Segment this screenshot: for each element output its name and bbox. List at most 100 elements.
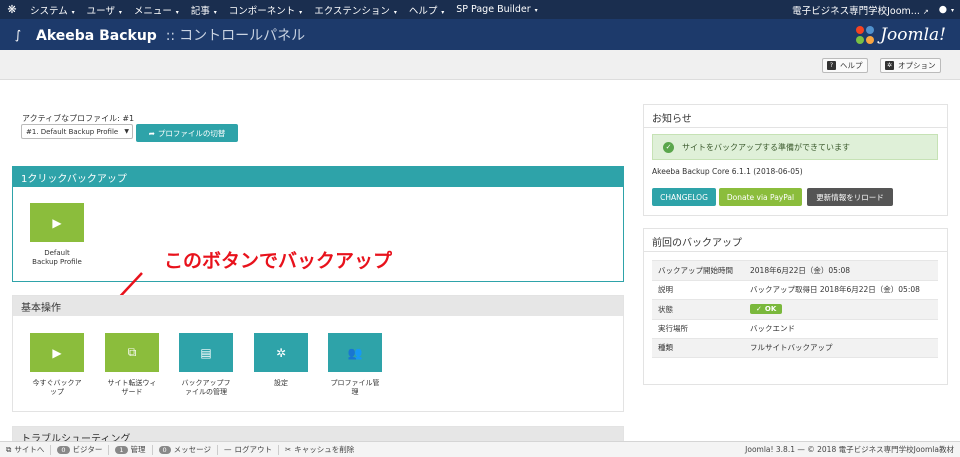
changelog-button[interactable]: CHANGELOG <box>652 188 716 206</box>
footer-text: Joomla! 3.8.1 — © 2018 電子ビジネス専門学校Joomla教… <box>745 445 954 454</box>
profile-management-button[interactable]: 👥 <box>328 333 382 372</box>
row-key: バックアップ開始時間 <box>658 265 733 275</box>
divider <box>644 251 947 252</box>
row-value: 2018年6月22日（金）05:08 <box>750 265 851 275</box>
divider <box>644 127 947 128</box>
status-badge: ✓ OK <box>750 304 783 315</box>
user-menu[interactable]: ● ▾ <box>939 4 954 15</box>
caret-down-icon: ▾ <box>391 8 397 16</box>
menu-articles[interactable]: 記事 ▾ <box>185 3 223 17</box>
manage-backups-label: バックアップフ ァイルの管理 <box>181 379 231 396</box>
row-key: 種類 <box>658 343 673 353</box>
site-link[interactable]: 電子ビジネス専門学校Joom... ↗ <box>792 3 929 17</box>
backup-now-button[interactable]: ▶ <box>30 333 84 372</box>
caret-down-icon: ▾ <box>439 8 445 16</box>
switch-profile-button[interactable]: ➦ プロファイルの切替 <box>136 124 238 142</box>
joomla-icon[interactable]: ❋ <box>0 0 24 19</box>
row-key: 状態 <box>658 304 673 314</box>
logout-link[interactable]: — ログアウト <box>218 444 279 455</box>
reload-news-button[interactable]: 更新情報をリロード <box>807 188 893 206</box>
table-row: 状態 ✓ OK <box>652 299 938 319</box>
caret-down-icon: ▾ <box>116 8 122 16</box>
configuration-button[interactable]: ✲ <box>254 333 308 372</box>
last-backup-heading: 前回のバックアップ <box>652 238 742 249</box>
help-button[interactable]: ? ヘルプ <box>822 58 868 73</box>
view-site-link[interactable]: ⧉ サイトへ <box>0 444 52 455</box>
table-row: バックアップ開始時間 2018年6月22日（金）05:08 <box>652 260 938 280</box>
menu-users[interactable]: ユーザ ▾ <box>81 3 128 17</box>
table-row: 実行場所 バックエンド <box>652 318 938 339</box>
active-profile-label: アクティブなプロファイル: #1 <box>22 114 135 123</box>
question-icon: ? <box>827 61 836 70</box>
clear-cache-link[interactable]: ✂ キャッシュを削除 <box>279 445 360 455</box>
version-text: Akeeba Backup Core 6.1.1 (2018-06-05) <box>652 167 803 176</box>
menu-system[interactable]: システム ▾ <box>24 3 81 17</box>
annotation-text: このボタンでバックアップ <box>164 250 393 272</box>
external-link-icon: ↗ <box>922 7 929 16</box>
manage-backups-button[interactable]: ▤ <box>179 333 233 372</box>
navbar-right: 電子ビジネス専門学校Joom... ↗ ● ▾ <box>792 0 954 19</box>
count-badge: 0 <box>158 445 171 454</box>
troubleshooting-panel: トラブルシューティング <box>12 426 624 441</box>
menu-help[interactable]: ヘルプ ▾ <box>403 3 450 17</box>
menu-extensions[interactable]: エクステンション ▾ <box>308 3 403 17</box>
profile-select[interactable]: #1. Default Backup Profile ▼ <box>21 124 133 139</box>
row-value: ✓ OK <box>750 304 783 315</box>
check-circle-icon: ✓ <box>663 141 674 153</box>
caret-down-icon: ▾ <box>949 7 954 14</box>
basic-ops-panel: 基本操作 ▶ 今すぐバックア ップ ⧉ サイト転送ウィ ザード ▤ バックアップファ… <box>12 295 624 412</box>
caret-down-icon: ▾ <box>69 8 75 16</box>
caret-down-icon: ▾ <box>211 8 217 16</box>
table-row: 種類 フルサイトバックアップ <box>652 338 938 358</box>
donate-button[interactable]: Donate via PayPal <box>719 188 802 206</box>
last-backup-table: バックアップ開始時間 2018年6月22日（金）05:08 説明 バックアップ取得日… <box>652 260 938 358</box>
file-list-icon: ▤ <box>200 345 212 360</box>
menu-components[interactable]: コンポーネント ▾ <box>223 3 308 17</box>
site-transfer-label: サイト転送ウィ ザード <box>107 379 157 396</box>
options-button[interactable]: ✲ オプション <box>880 58 941 73</box>
main-menu: システム ▾ ユーザ ▾ メニュー ▾ 記事 ▾ コンポーネント ▾ エクステン… <box>24 0 544 19</box>
caret-down-icon: ▾ <box>297 8 303 16</box>
users-icon: 👥 <box>347 345 363 360</box>
gear-icon: ✲ <box>885 61 894 70</box>
status-bar: ⧉ サイトへ 0 ビジター 1 管理 0 メッセージ — ログアウト ✂ キャッシュを削除 … <box>0 441 960 457</box>
site-transfer-button[interactable]: ⧉ <box>105 333 159 372</box>
one-click-backup-button[interactable]: ▶ <box>30 203 84 242</box>
troubleshooting-heading: トラブルシューティング <box>13 427 623 441</box>
tools-icon: ✂ <box>285 445 292 454</box>
caret-down-icon: ▾ <box>532 7 538 14</box>
caret-down-icon: ▾ <box>173 8 179 16</box>
configuration-label: 設定 <box>274 379 288 387</box>
menu-sp-page-builder[interactable]: SP Page Builder ▾ <box>450 4 543 15</box>
external-link-icon: ⧉ <box>127 345 137 359</box>
count-badge: 1 <box>115 445 128 454</box>
count-badge: 0 <box>57 445 70 454</box>
page-header: ∫ Akeeba Backup :: コントロールパネル Joomla! <box>0 19 960 50</box>
one-click-tile-label: Default Backup Profile <box>32 249 82 266</box>
external-link-icon: ⧉ <box>6 444 12 454</box>
profile-management-label: プロファイル管理 <box>330 379 380 396</box>
minus-icon: — <box>224 445 232 454</box>
check-icon: ✓ <box>756 305 762 314</box>
row-value: バックエンド <box>750 324 795 334</box>
row-key: 説明 <box>658 285 673 295</box>
top-navbar: ❋ システム ▾ ユーザ ▾ メニュー ▾ 記事 ▾ コンポーネント ▾ エクス… <box>0 0 960 19</box>
visitors-count: 0 ビジター <box>51 444 110 455</box>
play-icon: ▶ <box>52 215 62 230</box>
menu-menus[interactable]: メニュー ▾ <box>128 3 185 17</box>
gear-icon: ✲ <box>275 345 287 360</box>
messages-link[interactable]: 0 メッセージ <box>153 444 218 455</box>
caret-down-icon: ▼ <box>124 128 129 135</box>
toolbar: ? ヘルプ ✲ オプション <box>0 50 960 80</box>
akeeba-icon: ∫ <box>14 27 22 42</box>
user-icon: ● <box>938 4 948 15</box>
row-value: バックアップ取得日 2018年6月22日（金）05:08 <box>750 285 920 295</box>
backup-now-label: 今すぐバックア ップ <box>32 379 82 396</box>
row-value: フルサイトバックアップ <box>750 343 833 353</box>
admins-count: 1 管理 <box>109 444 153 455</box>
basic-ops-heading: 基本操作 <box>13 296 623 316</box>
news-heading: お知らせ <box>652 114 692 125</box>
one-click-heading: 1クリックバックアップ <box>13 167 623 187</box>
share-icon: ➦ <box>148 128 155 138</box>
row-key: 実行場所 <box>658 324 688 334</box>
